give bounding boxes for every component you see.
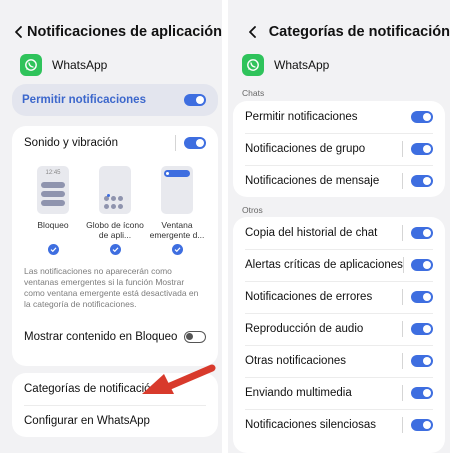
section-others-header: Otros [242,205,263,215]
category-label: Copia del historial de chat [245,227,378,239]
other-notifications-row[interactable]: Otras notificaciones [233,345,445,377]
category-label: Permitir notificaciones [245,111,358,123]
category-toggle[interactable] [411,387,433,399]
chat-backup-row[interactable]: Copia del historial de chat [233,217,445,249]
silent-notifications-row[interactable]: Notificaciones silenciosas [233,409,445,441]
sending-media-row[interactable]: Enviando multimedia [233,377,445,409]
sound-vibration-toggle[interactable] [184,137,206,149]
header: Categorías de notificación [228,18,450,46]
popup-style-preview [161,166,193,214]
back-button[interactable] [240,18,267,46]
style-option-lock[interactable]: 12:45 Bloqueo [24,166,82,258]
app-row: WhatsApp [242,54,329,76]
style-option-popup[interactable]: Ventana emergente d... [148,166,206,258]
toggle-separator [402,141,403,157]
category-toggle[interactable] [411,291,433,303]
style-option-badge[interactable]: Globo de ícono de apli... [86,166,144,258]
category-toggle[interactable] [411,323,433,335]
toggle-separator [402,289,403,305]
audio-playback-row[interactable]: Reproducción de audio [233,313,445,345]
toggle-separator [402,353,403,369]
app-row: WhatsApp [20,54,107,76]
badge-style-preview [99,166,131,214]
toggle-separator [402,321,403,337]
chats-allow-notifications-row[interactable]: Permitir notificaciones [233,101,445,133]
toggle-separator [402,385,403,401]
whatsapp-icon [20,54,42,76]
category-toggle[interactable] [411,259,433,271]
sound-vibration-row[interactable]: Sonido y vibración [12,126,218,160]
category-label: Enviando multimedia [245,387,352,399]
category-label: Notificaciones de mensaje [245,175,380,187]
category-toggle[interactable] [411,175,433,187]
check-icon [171,244,183,255]
category-toggle[interactable] [411,355,433,367]
sound-vibration-label: Sonido y vibración [24,137,118,149]
toggle-separator [402,225,403,241]
toggle-separator [175,135,176,151]
page-title: Categorías de notificación [268,24,450,40]
configure-whatsapp-link[interactable]: Configurar en WhatsApp [12,405,218,437]
preview-clock: 12:45 [45,170,61,176]
critical-alerts-row[interactable]: Alertas críticas de aplicaciones [233,249,445,281]
red-arrow-annotation [142,364,216,394]
app-notifications-screen: Notificaciones de aplicación WhatsApp Pe… [0,0,222,453]
chats-card: Permitir notificaciones Notificaciones d… [233,101,445,197]
lock-style-preview: 12:45 [37,166,69,214]
toggle-separator [402,417,403,433]
style-label-lock: Bloqueo [37,220,69,230]
notification-settings-card: Sonido y vibración 12:45 Bloqueo Globo d… [12,126,218,366]
notification-categories-screen: Categorías de notificación WhatsApp Chat… [228,0,450,453]
category-label: Notificaciones de errores [245,291,373,303]
category-label: Reproducción de audio [245,323,364,335]
check-icon [109,244,121,255]
others-card: Copia del historial de chat Alertas crít… [233,217,445,453]
app-name: WhatsApp [52,58,108,72]
category-label: Notificaciones silenciosas [245,419,377,431]
category-label: Otras notificaciones [245,355,346,367]
allow-notifications-label: Permitir notificaciones [22,94,146,106]
category-toggle[interactable] [411,227,433,239]
category-toggle[interactable] [411,111,433,123]
section-chats-header: Chats [242,88,265,98]
category-toggle[interactable] [411,143,433,155]
style-label-badge: Globo de ícono de apli... [86,220,144,240]
group-notifications-row[interactable]: Notificaciones de grupo [233,133,445,165]
message-notifications-row[interactable]: Notificaciones de mensaje [233,165,445,197]
show-content-lock-label: Mostrar contenido en Bloqueo [24,331,178,343]
error-notifications-row[interactable]: Notificaciones de errores [233,281,445,313]
configure-whatsapp-label: Configurar en WhatsApp [24,415,150,427]
popup-note: Las notificaciones no aparecerán como ve… [24,266,199,309]
category-label: Alertas críticas de aplicaciones [245,259,403,271]
category-toggle[interactable] [411,419,433,431]
show-content-lock-toggle[interactable] [184,331,206,343]
back-button[interactable] [12,18,25,46]
check-icon [47,244,59,255]
style-label-popup: Ventana emergente d... [149,220,205,240]
toggle-separator [402,173,403,189]
back-arrow-icon [14,26,22,38]
allow-notifications-row[interactable]: Permitir notificaciones [12,84,218,116]
header: Notificaciones de aplicación [0,18,222,46]
show-content-lock-row[interactable]: Mostrar contenido en Bloqueo [12,320,218,354]
app-name: WhatsApp [274,58,330,72]
whatsapp-icon [242,54,264,76]
allow-notifications-toggle[interactable] [184,94,206,106]
back-arrow-icon [249,26,257,38]
notification-style-options: 12:45 Bloqueo Globo de ícono de apli... … [12,160,218,258]
page-title: Notificaciones de aplicación [27,24,222,40]
category-label: Notificaciones de grupo [245,143,366,155]
